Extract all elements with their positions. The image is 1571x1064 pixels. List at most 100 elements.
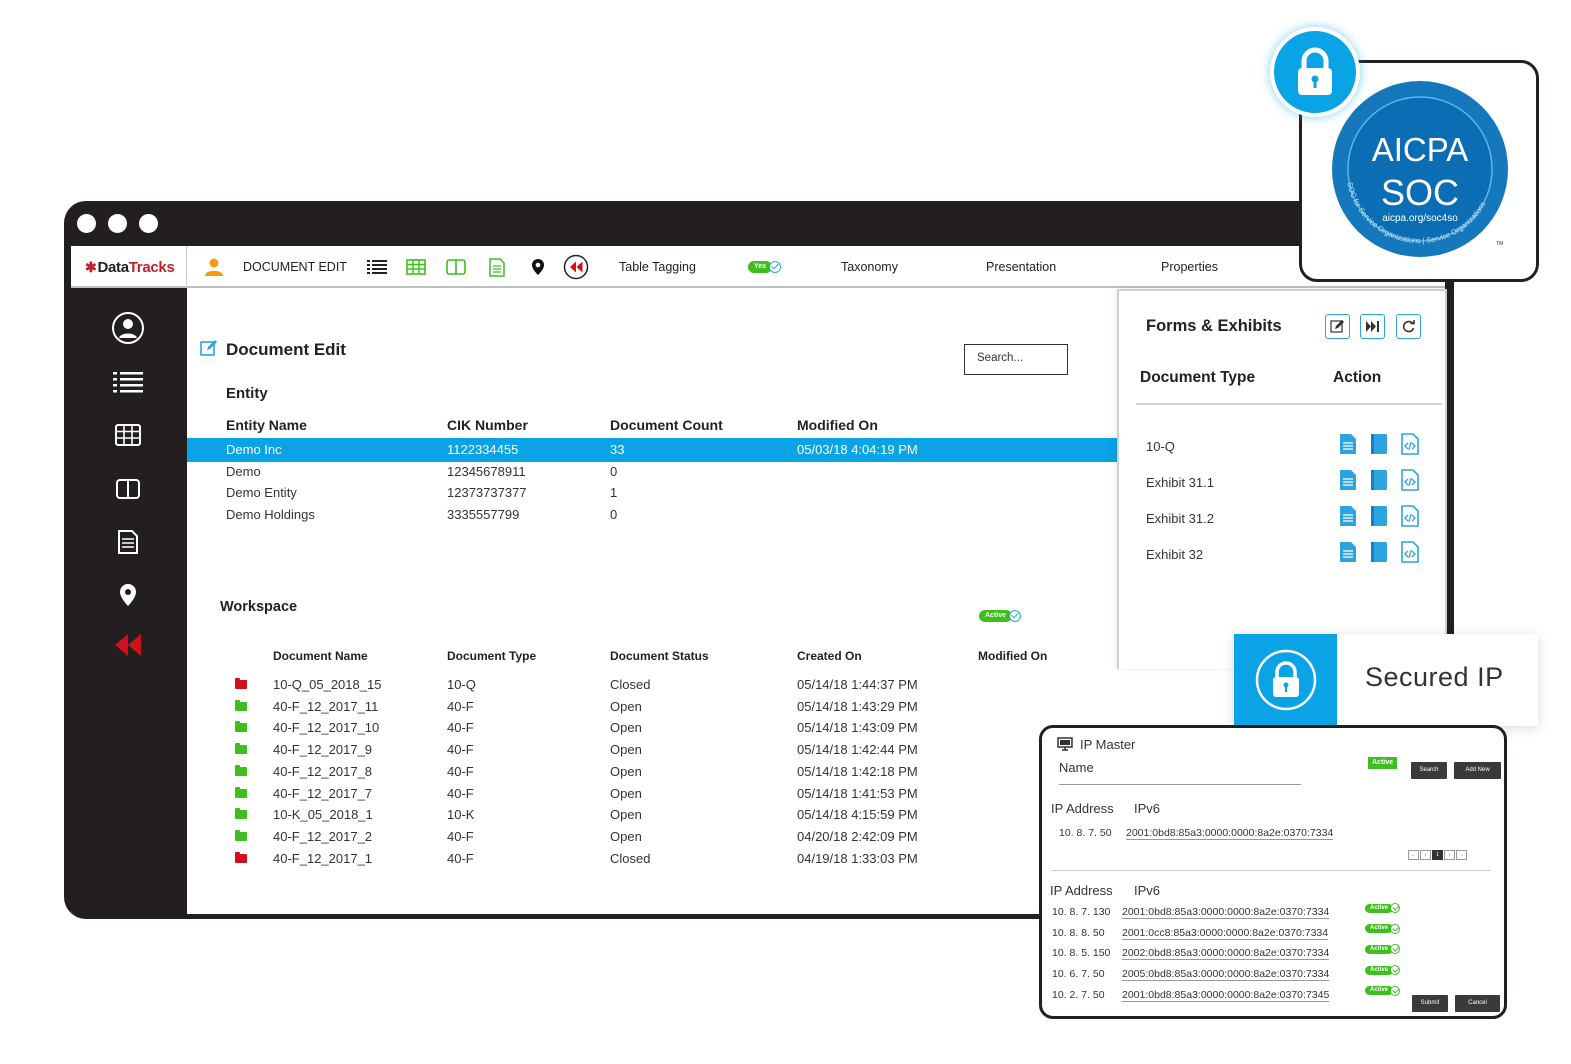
col-ws-modified-on[interactable]: Modified On [978, 649, 1047, 663]
code-file-icon[interactable] [1400, 433, 1420, 455]
table-row[interactable]: Demo 12345678911 0 [187, 460, 1119, 484]
list-view-icon[interactable] [367, 246, 387, 288]
list-item[interactable]: 40-F_12_2017_7 40-F Open 05/14/18 1:41:53 P… [187, 784, 1119, 805]
ipv6-cell[interactable]: 2001:0cc8:85a3:0000:0000:8a2e:0370:7334 [1122, 927, 1329, 940]
cancel-button[interactable]: Cancel [1455, 995, 1500, 1012]
table-tagging-toggle[interactable]: Yes [748, 246, 782, 288]
search-input[interactable]: Search... [964, 344, 1068, 375]
ipv6-cell[interactable]: 2002:0bd8:85a3:0000:0000:8a2e:0370:7334 [1122, 947, 1330, 961]
location-pin-icon[interactable] [531, 246, 545, 288]
code-file-icon[interactable] [1400, 505, 1420, 527]
submit-button[interactable]: Submit [1412, 995, 1448, 1012]
col-cik-number[interactable]: CIK Number [447, 417, 528, 433]
form-row-label[interactable]: 10-Q [1146, 439, 1175, 454]
top-ip-value[interactable]: 10. 8. 7. 50 [1059, 827, 1112, 839]
sidebar-profile-icon[interactable] [111, 311, 145, 345]
book-icon[interactable] [1369, 433, 1389, 455]
forms-edit-icon[interactable] [1325, 314, 1350, 339]
col-document-count[interactable]: Document Count [610, 417, 723, 433]
form-row-label[interactable]: Exhibit 32 [1146, 547, 1203, 562]
ip-address-cell[interactable]: 10. 8. 7. 130 [1052, 906, 1110, 918]
table-row[interactable]: Demo Inc 1122334455 33 05/03/18 4:04:19 PM [187, 438, 1119, 462]
list-item[interactable]: 40-F_12_2017_9 40-F Open 05/14/18 1:42:44 P… [187, 740, 1119, 761]
search-button[interactable]: Search [1411, 762, 1447, 779]
view-document-icon[interactable] [1338, 433, 1358, 455]
ip-active-toggle[interactable]: Active [1365, 923, 1401, 934]
list-item[interactable]: 40-F_12_2017_1 40-F Closed 04/19/18 1:33:03… [187, 849, 1119, 870]
sidebar-list-icon[interactable] [111, 365, 145, 399]
view-document-icon[interactable] [1338, 541, 1358, 563]
ip-active-toggle[interactable]: Active [1365, 985, 1401, 996]
forms-skip-forward-icon[interactable] [1360, 314, 1385, 339]
window-close-dot[interactable] [77, 214, 96, 233]
list-item[interactable]: 40-F_12_2017_11 40-F Open 05/14/18 1:43:29 … [187, 697, 1119, 718]
code-file-icon[interactable] [1400, 469, 1420, 491]
presentation-menu[interactable]: Presentation [986, 246, 1056, 288]
add-new-button[interactable]: Add New [1454, 762, 1501, 779]
table-tagging-menu[interactable]: Table Tagging [619, 246, 696, 288]
pager-last[interactable]: → [1456, 850, 1467, 860]
view-document-icon[interactable] [1338, 469, 1358, 491]
col-document-type[interactable]: Document Type [447, 649, 536, 663]
code-file-icon[interactable] [1400, 541, 1420, 563]
sidebar-table-icon[interactable] [111, 418, 145, 452]
ip-active-toggle[interactable]: Active [1365, 944, 1401, 955]
ipv6-cell[interactable]: 2005:0bd8:85a3:0000:0000:8a2e:0370:7334 [1122, 968, 1330, 982]
book-icon[interactable] [1369, 469, 1389, 491]
list-item[interactable]: 40-F_12_2017_10 40-F Open 05/14/18 1:43:09 … [187, 718, 1119, 739]
sidebar-split-view-icon[interactable] [111, 472, 145, 506]
ip-active-toggle[interactable]: Active [1365, 965, 1401, 976]
ip-active-toggle[interactable]: Active [1365, 903, 1401, 913]
sidebar-document-icon[interactable] [111, 525, 145, 559]
pager-next[interactable]: › [1444, 850, 1455, 860]
properties-menu[interactable]: Properties [1161, 246, 1218, 288]
name-field[interactable]: Name [1059, 760, 1301, 785]
list-item[interactable]: 10-K_05_2018_1 10-K Open 05/14/18 4:15:59 P… [187, 805, 1119, 826]
table-row[interactable]: Demo Holdings 3335557799 0 [187, 503, 1119, 527]
form-row-label[interactable]: Exhibit 31.2 [1146, 511, 1214, 526]
col-entity-name[interactable]: Entity Name [226, 417, 307, 433]
table-grid-icon[interactable] [406, 246, 426, 288]
ipv6-cell[interactable]: 2001:0bd8:85a3:0000:0000:8a2e:0370:7345 [1122, 989, 1330, 1002]
ip-address-cell[interactable]: 10. 8. 8. 50 [1052, 927, 1105, 939]
rewind-icon[interactable] [563, 246, 589, 288]
col-created-on[interactable]: Created On [797, 649, 862, 663]
form-row-label[interactable]: Exhibit 31.1 [1146, 475, 1214, 490]
col-modified-on[interactable]: Modified On [797, 417, 878, 433]
forms-refresh-icon[interactable] [1396, 314, 1421, 339]
active-badge[interactable]: Active [1368, 757, 1398, 769]
window-maximize-dot[interactable] [139, 214, 158, 233]
taxonomy-menu[interactable]: Taxonomy [841, 246, 898, 288]
sidebar-rewind-icon[interactable] [111, 628, 145, 662]
document-icon[interactable] [489, 246, 505, 288]
ip-address-cell[interactable]: 10. 6. 7. 50 [1052, 968, 1105, 980]
pager-prev[interactable]: ‹ [1420, 850, 1431, 860]
split-view-icon[interactable] [446, 246, 466, 288]
table-row[interactable]: Demo Entity 12373737377 1 [187, 481, 1119, 505]
document-cell-type: 40-F [447, 763, 474, 779]
ip-address-cell[interactable]: 10. 8. 5. 150 [1052, 947, 1110, 959]
window-minimize-dot[interactable] [108, 214, 127, 233]
ip-address-cell[interactable]: 10. 2. 7. 50 [1052, 989, 1105, 1001]
view-document-icon[interactable] [1338, 505, 1358, 527]
book-icon[interactable] [1369, 505, 1389, 527]
document-cell-created: 05/14/18 1:41:53 PM [797, 785, 918, 801]
pager-page-1[interactable]: 1 [1432, 850, 1443, 860]
ipv6-cell[interactable]: 2001:0bd8:85a3:0000:0000:8a2e:0370:7334 [1122, 906, 1330, 919]
book-icon[interactable] [1369, 541, 1389, 563]
sidebar-location-icon[interactable] [111, 578, 145, 612]
entity-cell-name: Demo [226, 463, 261, 479]
pager-first[interactable]: ← [1408, 850, 1419, 860]
col-document-type: Document Type [1140, 369, 1256, 386]
col-document-name[interactable]: Document Name [273, 649, 368, 663]
datatracks-logo[interactable]: ✱ Data Tracks [71, 246, 187, 288]
list-item[interactable]: 40-F_12_2017_2 40-F Open 04/20/18 2:42:09 P… [187, 827, 1119, 848]
list-item[interactable]: 40-F_12_2017_8 40-F Open 05/14/18 1:42:18 P… [187, 762, 1119, 783]
workspace-active-toggle[interactable]: Active [979, 604, 1022, 622]
col-document-status[interactable]: Document Status [610, 649, 709, 663]
pagination: ← ‹ 1 › → [1408, 850, 1467, 860]
user-icon[interactable] [204, 246, 224, 288]
list-item[interactable]: 10-Q_05_2018_15 10-Q Closed 05/14/18 1:44:3… [187, 675, 1119, 696]
document-edit-menu[interactable]: DOCUMENT EDIT [243, 246, 347, 288]
top-ipv6-value[interactable]: 2001:0bd8:85a3:0000:0000:8a2e:0370:7334 [1126, 827, 1334, 840]
